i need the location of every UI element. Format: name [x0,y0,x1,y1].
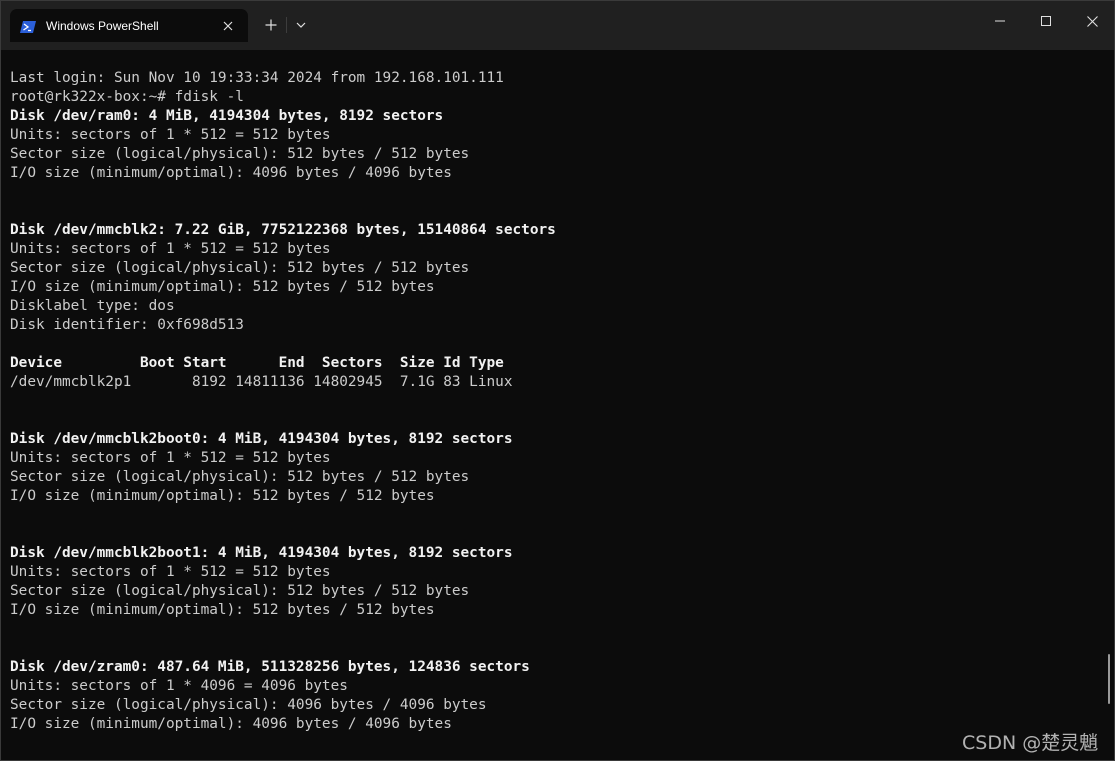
terminal-line: I/O size (minimum/optimal): 4096 bytes /… [10,716,452,732]
terminal-window: Windows PowerShell Last login: Sun Nov 1… [0,0,1115,761]
terminal-line: Sector size (logical/physical): 512 byte… [10,469,470,485]
terminal-line: Disk identifier: 0xf698d513 [10,317,244,333]
tab-title: Windows PowerShell [46,18,159,33]
minimize-button[interactable] [977,1,1023,41]
terminal-line: Disk /dev/zram0: 487.64 MiB, 511328256 b… [10,659,530,675]
terminal-line: Device Boot Start End Sectors Size Id Ty… [10,355,504,371]
chevron-down-icon [296,22,306,28]
close-button[interactable] [1069,1,1115,41]
terminal-line: Last login: Sun Nov 10 19:33:34 2024 fro… [10,70,504,86]
terminal-line: I/O size (minimum/optimal): 512 bytes / … [10,279,435,295]
tab-windows-powershell[interactable]: Windows PowerShell [10,9,248,42]
terminal-line: root@rk322x-box:~# fdisk -l [10,89,244,105]
maximize-icon [1041,16,1051,26]
close-icon [1086,15,1098,27]
close-tab-icon[interactable] [216,14,240,38]
maximize-button[interactable] [1023,1,1069,41]
tab-dropdown-button[interactable] [290,13,312,37]
minimize-icon [995,20,1005,22]
terminal-line: /dev/mmcblk2p1 8192 14811136 14802945 7.… [10,374,513,390]
terminal-line: Sector size (logical/physical): 4096 byt… [10,697,487,713]
scrollbar-thumb[interactable] [1108,654,1110,704]
terminal-line: Disklabel type: dos [10,298,175,314]
terminal-line: I/O size (minimum/optimal): 512 bytes / … [10,602,435,618]
title-bar[interactable]: Windows PowerShell [1,1,1114,50]
terminal-line: Sector size (logical/physical): 512 byte… [10,146,470,162]
terminal-line: Sector size (logical/physical): 512 byte… [10,583,470,599]
new-tab-button[interactable] [260,13,282,37]
powershell-icon [20,19,36,33]
terminal-line: Disk /dev/mmcblk2boot0: 4 MiB, 4194304 b… [10,431,513,447]
terminal-line: Units: sectors of 1 * 512 = 512 bytes [10,127,331,143]
terminal-line: Units: sectors of 1 * 512 = 512 bytes [10,564,331,580]
watermark: CSDN @楚灵魈 [962,732,1099,754]
terminal-line: Disk /dev/mmcblk2: 7.22 GiB, 7752122368 … [10,222,556,238]
terminal-line: I/O size (minimum/optimal): 512 bytes / … [10,488,435,504]
plus-icon [265,19,277,31]
terminal-line: Units: sectors of 1 * 512 = 512 bytes [10,450,331,466]
terminal-line: Sector size (logical/physical): 512 byte… [10,260,470,276]
terminal-line: Units: sectors of 1 * 4096 = 4096 bytes [10,678,348,694]
terminal-line: Disk /dev/mmcblk2boot1: 4 MiB, 4194304 b… [10,545,513,561]
tab-divider [286,17,287,33]
terminal-output[interactable]: Last login: Sun Nov 10 19:33:34 2024 fro… [10,69,1100,759]
terminal-line: Units: sectors of 1 * 512 = 512 bytes [10,241,331,257]
terminal-line: Disk /dev/ram0: 4 MiB, 4194304 bytes, 81… [10,108,444,124]
terminal-line: I/O size (minimum/optimal): 4096 bytes /… [10,165,452,181]
